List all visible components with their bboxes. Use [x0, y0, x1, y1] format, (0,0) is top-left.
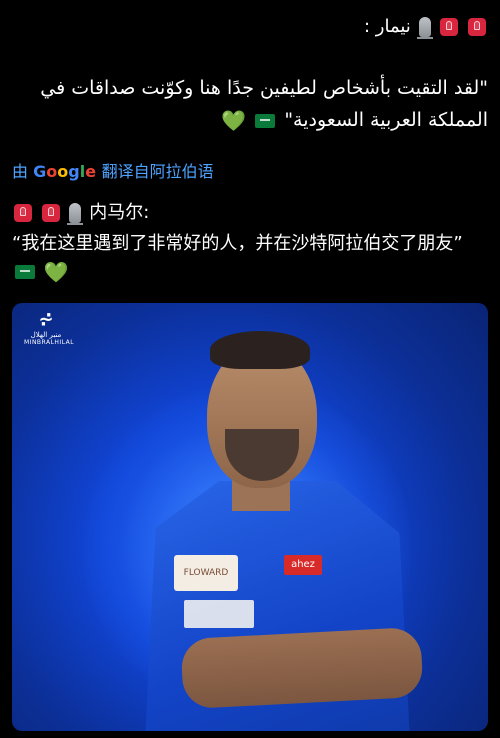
translated-by-google[interactable]: 由 Google 翻译自阿拉伯语 — [12, 158, 214, 182]
siren-icon — [14, 204, 32, 222]
microphone-icon — [67, 203, 84, 225]
club-logo-mark: ⩫ — [38, 309, 54, 330]
arabic-quote-line-1: "لقد التقيت بأشخاص لطيفين جدًا هنا وكوّن… — [40, 77, 488, 99]
translate-suffix: 翻译自阿拉伯语 — [101, 162, 214, 181]
siren-icon — [440, 18, 459, 36]
arabic-title: نيمار : — [363, 16, 411, 37]
player-arms — [180, 626, 424, 710]
club-logo: ⩫ منبر الهلال MINBRALHILAL — [24, 309, 75, 347]
chinese-header: 内马尔: — [12, 198, 150, 225]
siren-icon — [41, 204, 60, 222]
club-logo-english: MINBRALHILAL — [24, 339, 75, 346]
post-image[interactable]: ⩫ منبر الهلال MINBRALHILAL FLOWARD ahez — [12, 303, 488, 731]
player-hair — [210, 331, 310, 369]
google-logo: Google — [33, 162, 97, 181]
green-heart-icon: 💚 — [221, 108, 247, 133]
arabic-quote: "لقد التقيت بأشخاص لطيفين جدًا هنا وكوّن… — [12, 72, 488, 137]
arabic-header: نيمار : — [12, 16, 488, 39]
chinese-title: 内马尔: — [89, 202, 150, 223]
chinese-quote-text: “我在这里遇到了非常好的人，并在沙特阿拉伯交了朋友” — [12, 233, 463, 254]
siren-icon — [468, 18, 486, 36]
green-heart-icon: 💚 — [43, 260, 69, 284]
patch-logo: ahez — [284, 555, 322, 575]
saudi-flag-icon — [15, 265, 35, 279]
translate-prefix: 由 — [12, 162, 29, 181]
shirt-crest — [184, 600, 254, 628]
sponsor-text: FLOWARD — [183, 568, 229, 578]
club-logo-arabic: منبر الهلال — [30, 331, 62, 339]
sponsor-logo: FLOWARD — [174, 555, 238, 591]
microphone-icon — [416, 17, 433, 39]
arabic-quote-line-2: المملكة العربية السعودية" — [284, 109, 488, 131]
saudi-flag-icon — [255, 113, 276, 128]
chinese-quote: “我在这里遇到了非常好的人，并在沙特阿拉伯交了朋友” 💚 — [12, 230, 488, 286]
